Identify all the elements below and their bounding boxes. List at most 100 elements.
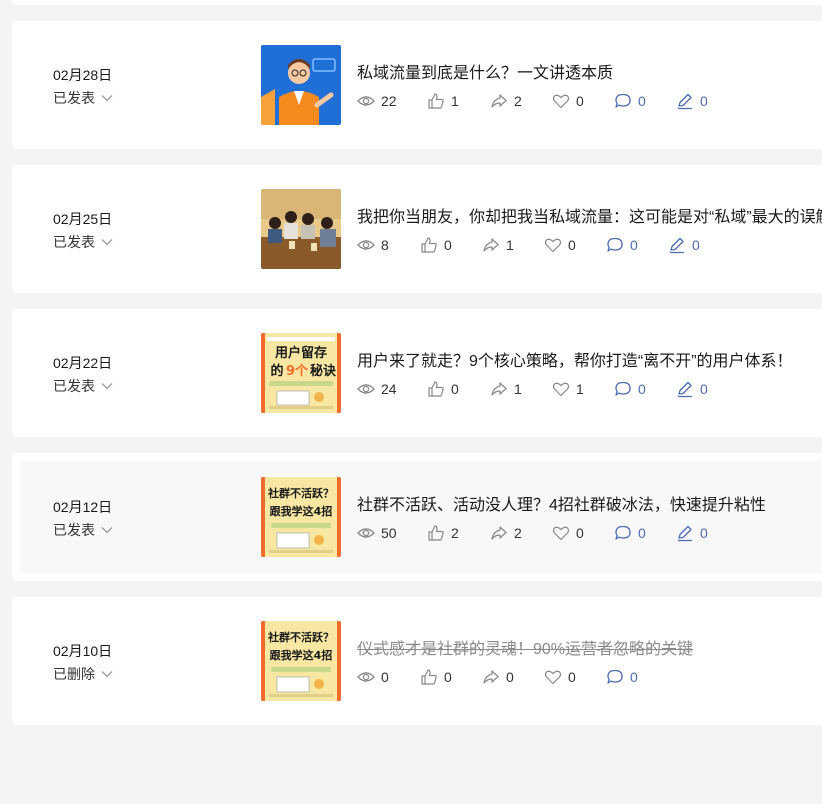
edits-stat[interactable]: 0: [676, 380, 716, 398]
article-title[interactable]: 私域流量到底是什么？一文讲透本质: [357, 59, 613, 83]
share-icon: [483, 238, 499, 252]
thumbs-up-icon: [421, 237, 437, 253]
comments-stat[interactable]: 0: [614, 92, 676, 110]
article-thumbnail[interactable]: [261, 189, 341, 269]
favorites-stat: 1: [552, 380, 614, 398]
pencil-icon: [670, 237, 684, 254]
thumbs-up-icon: [428, 525, 444, 541]
chevron-down-icon: [101, 383, 113, 390]
heart-icon: [544, 670, 562, 685]
chevron-down-icon: [101, 527, 113, 534]
comment-icon: [615, 381, 631, 396]
status-dropdown[interactable]: 已删除: [53, 664, 113, 684]
share-icon: [491, 382, 507, 396]
article-row: 02月10日 已删除 社群不活跃？ 跟我学这4招 仪式感才是社群的灵魂！90%运…: [12, 597, 822, 725]
thumb-text-line1: 用户留存: [274, 345, 327, 361]
thumb-text-line1: 社群不活跃？: [267, 630, 334, 644]
article-thumbnail[interactable]: 社群不活跃？ 跟我学这4招: [261, 477, 341, 557]
stats-bar: 22 1 2 0 0 0: [357, 91, 716, 111]
article-thumbnail[interactable]: 社群不活跃？ 跟我学这4招: [261, 621, 341, 701]
publish-date: 02月28日: [53, 67, 113, 83]
article-title[interactable]: 社群不活跃、活动没人理？4招社群破冰法，快速提升粘性: [357, 491, 766, 515]
eye-icon: [357, 672, 375, 682]
article-thumbnail[interactable]: 用户留存 的 9个 秘诀: [261, 333, 341, 413]
status-label: 已发表: [53, 378, 95, 394]
article-row: 02月22日 已发表 用户留存 的 9个 秘诀 用户来了就走？9个核心策略，帮你…: [12, 309, 822, 437]
heart-icon: [544, 238, 562, 253]
comment-icon: [615, 93, 631, 108]
stats-bar: 50 2 2 0 0 0: [357, 523, 716, 543]
favorites-stat: 0: [544, 236, 606, 254]
shares-stat: 2: [490, 92, 552, 110]
previous-card-edge: [12, 0, 822, 5]
row-hover-background: [20, 461, 822, 573]
status-dropdown[interactable]: 已发表: [53, 520, 113, 540]
status-dropdown[interactable]: 已发表: [53, 232, 113, 252]
comment-icon: [615, 525, 631, 540]
article-row: 02月25日 已发表 我把你当朋友，你却把我当私域流量：这可能是对“私域”最大的…: [12, 165, 822, 293]
views-stat: 8: [357, 236, 420, 254]
comments-stat[interactable]: 0: [614, 380, 676, 398]
share-icon: [491, 94, 507, 108]
comment-icon: [607, 237, 623, 252]
article-title[interactable]: 用户来了就走？9个核心策略，帮你打造“离不开”的用户体系！: [357, 347, 793, 371]
chevron-down-icon: [101, 95, 113, 102]
likes-stat: 0: [420, 236, 482, 254]
stats-bar: 8 0 1 0 0 0: [357, 235, 708, 255]
views-stat: 22: [357, 92, 427, 110]
views-stat: 0: [357, 668, 420, 686]
thumb-text-de: 的: [270, 363, 283, 379]
chevron-down-icon: [101, 239, 113, 246]
comments-stat[interactable]: 0: [614, 524, 676, 542]
publish-date: 02月10日: [53, 643, 113, 659]
edits-stat[interactable]: 0: [676, 524, 716, 542]
eye-icon: [357, 240, 375, 250]
shares-stat: 1: [490, 380, 552, 398]
likes-stat: 0: [420, 668, 482, 686]
views-stat: 50: [357, 524, 427, 542]
article-thumbnail[interactable]: [261, 45, 341, 125]
chevron-down-icon: [101, 671, 113, 678]
status-label: 已发表: [53, 234, 95, 250]
likes-stat: 2: [427, 524, 490, 542]
heart-icon: [552, 382, 570, 397]
shares-stat: 2: [490, 524, 552, 542]
publish-date: 02月25日: [53, 211, 113, 227]
pencil-icon: [678, 525, 692, 542]
share-icon: [483, 670, 499, 684]
publish-date: 02月12日: [53, 499, 113, 515]
thumbs-up-icon: [421, 669, 437, 685]
likes-stat: 0: [427, 380, 490, 398]
heart-icon: [552, 526, 570, 541]
thumb-text-9: 9个: [286, 363, 309, 379]
shares-stat: 1: [482, 236, 544, 254]
publish-date: 02月22日: [53, 355, 113, 371]
status-label: 已删除: [53, 666, 95, 682]
eye-icon: [357, 528, 375, 538]
comments-stat[interactable]: 0: [606, 236, 668, 254]
status-dropdown[interactable]: 已发表: [53, 376, 113, 396]
thumb-text-miju: 秘诀: [310, 363, 337, 379]
heart-icon: [552, 94, 570, 109]
comments-stat[interactable]: 0: [606, 668, 646, 686]
thumbs-up-icon: [428, 93, 444, 109]
views-stat: 24: [357, 380, 427, 398]
status-label: 已发表: [53, 90, 95, 106]
edits-stat[interactable]: 0: [668, 236, 708, 254]
shares-stat: 0: [482, 668, 544, 686]
stats-bar: 0 0 0 0 0: [357, 667, 646, 687]
article-row: 02月28日 已发表 私域流量到底是什么？一文讲透本质 22 1 2 0 0 0: [12, 21, 822, 149]
article-title: 仪式感才是社群的灵魂！90%运营者忽略的关键: [357, 641, 694, 658]
edits-stat[interactable]: 0: [676, 92, 716, 110]
pencil-icon: [678, 381, 692, 398]
likes-stat: 1: [427, 92, 490, 110]
eye-icon: [357, 384, 375, 394]
favorites-stat: 0: [552, 524, 614, 542]
eye-icon: [357, 96, 375, 106]
favorites-stat: 0: [552, 92, 614, 110]
comment-icon: [607, 669, 623, 684]
status-dropdown[interactable]: 已发表: [53, 88, 113, 108]
thumb-text-line1: 社群不活跃？: [267, 486, 334, 500]
article-title[interactable]: 我把你当朋友，你却把我当私域流量：这可能是对“私域”最大的误解: [357, 203, 822, 227]
favorites-stat: 0: [544, 668, 606, 686]
